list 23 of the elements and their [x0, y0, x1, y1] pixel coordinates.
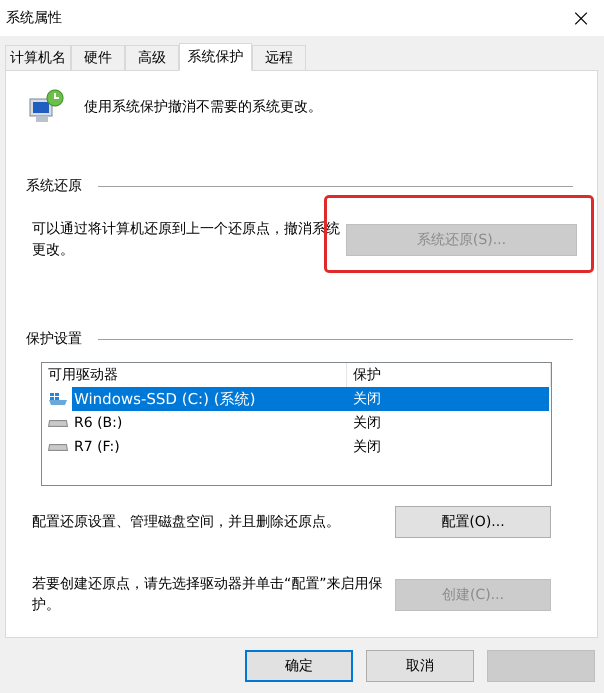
tab[interactable]: 系统保护 — [179, 43, 252, 71]
protection-status: 关闭 — [352, 414, 382, 433]
drive-icon — [48, 444, 68, 450]
configure-button[interactable]: 配置(O)... — [395, 506, 551, 538]
drive-name[interactable]: R7 (F:) — [72, 435, 347, 459]
group-heading: 系统还原 — [26, 177, 82, 196]
create-description: 若要创建还原点，请先选择驱动器并单击“配置”来启用保护。 — [32, 575, 384, 615]
protection-status: 关闭 — [352, 438, 382, 457]
intro-text: 使用系统保护撤消不需要的系统更改。 — [84, 98, 322, 116]
windows-drive-icon — [48, 391, 68, 407]
tab[interactable]: 远程 — [252, 45, 306, 70]
tab[interactable]: 硬件 — [71, 45, 125, 70]
dialog-button[interactable]: 确定 — [245, 650, 353, 682]
window-title: 系统属性 — [6, 9, 62, 27]
tab[interactable]: 高级 — [125, 45, 179, 70]
configure-description: 配置还原设置、管理磁盘空间，并且删除还原点。 — [32, 512, 341, 532]
drive-name[interactable]: Windows-SSD (C:) (系统) — [72, 387, 347, 411]
dialog-button[interactable]: 取消 — [366, 650, 474, 682]
group-heading: 保护设置 — [26, 330, 82, 349]
protection-status: 关闭 — [347, 387, 549, 411]
drive-name[interactable]: R6 (B:) — [72, 411, 347, 435]
tab[interactable]: 计算机名 — [5, 45, 71, 70]
drive-icon — [48, 420, 68, 426]
